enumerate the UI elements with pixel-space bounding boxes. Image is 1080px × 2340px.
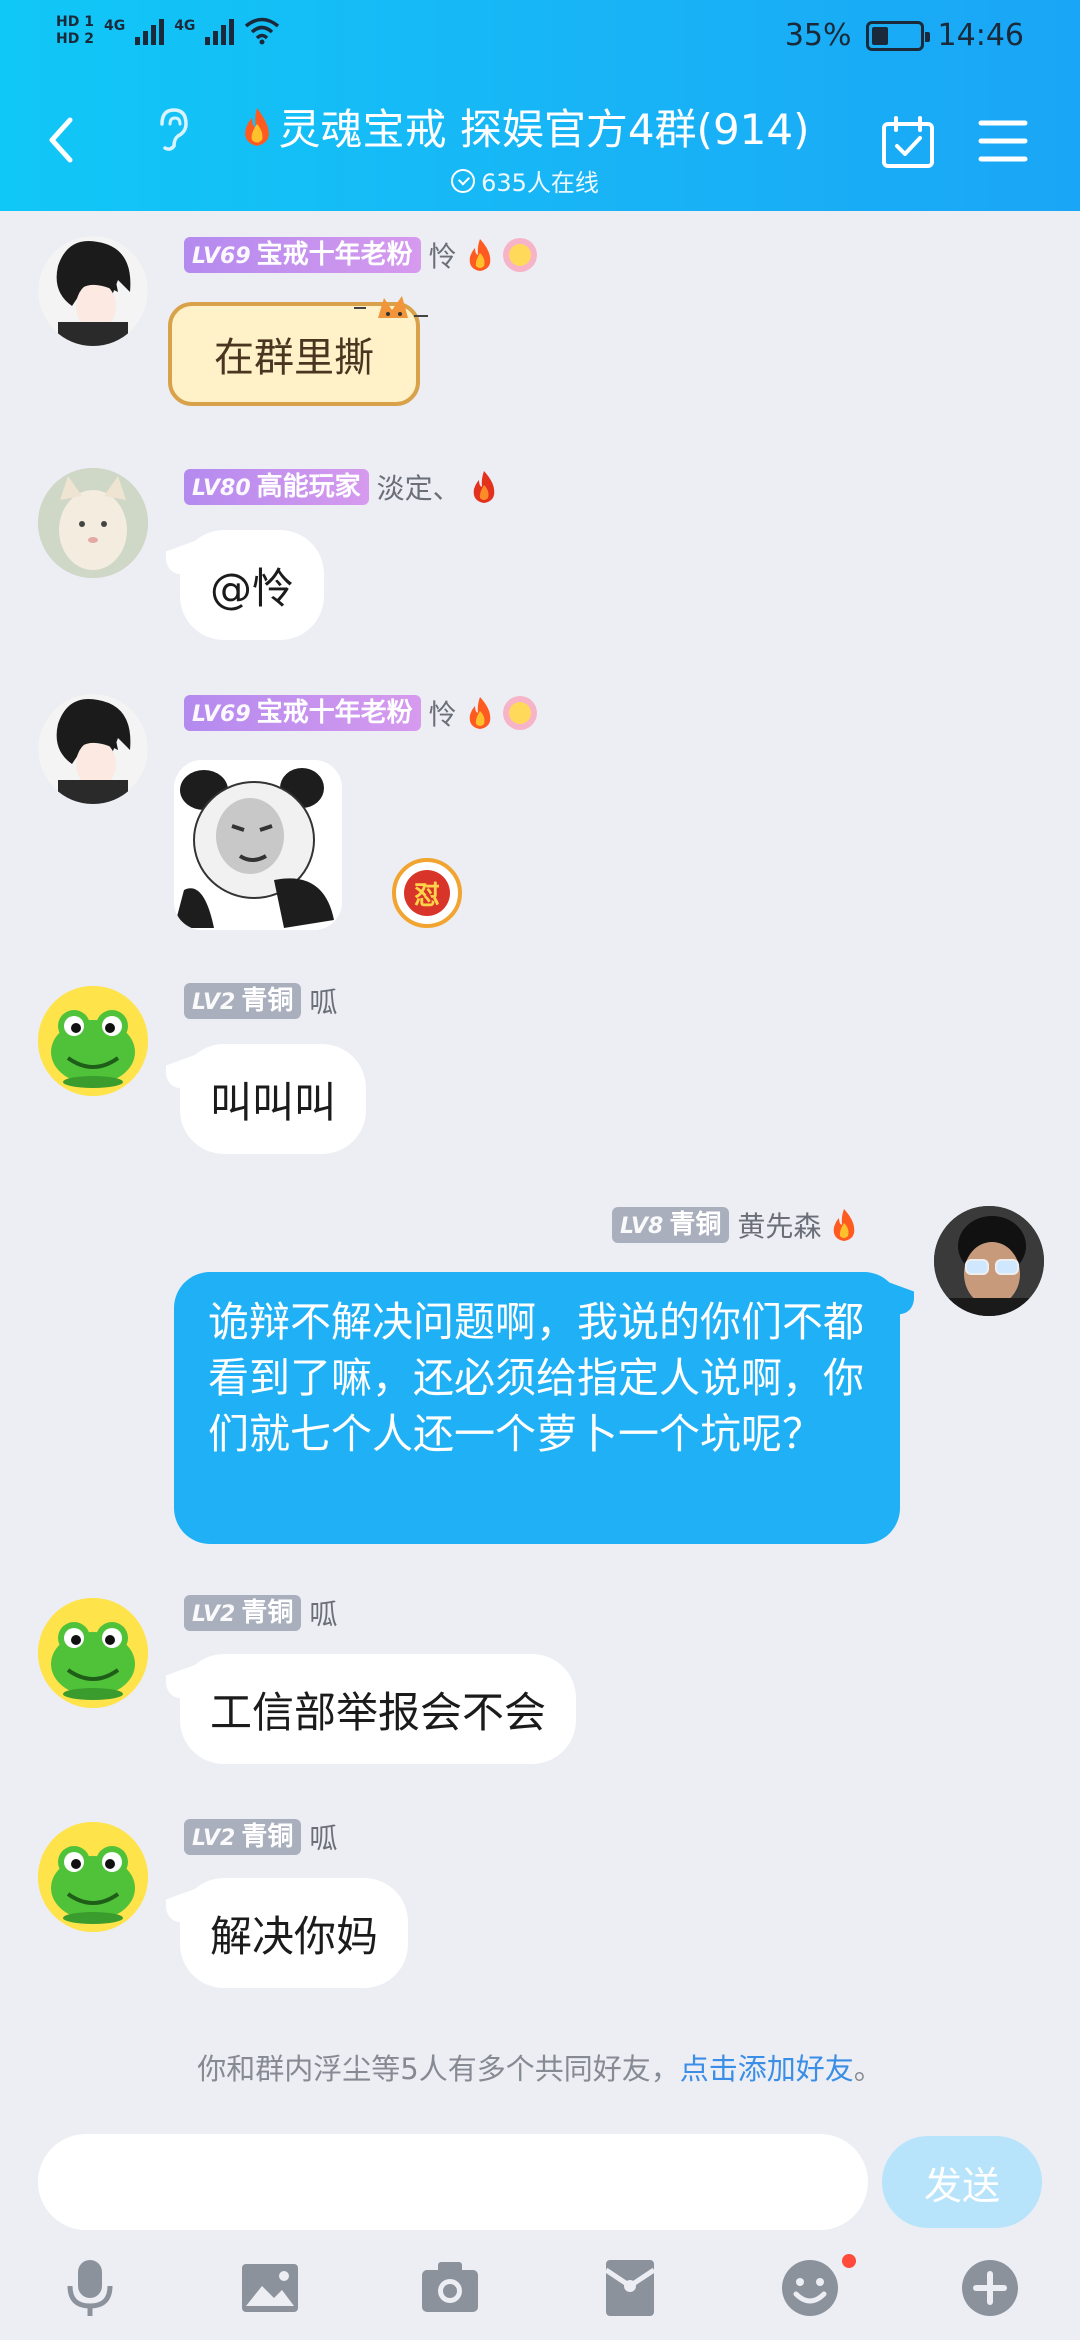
notification-dot xyxy=(842,2254,856,2268)
sender-meta: LV8 青铜 黄先森 xyxy=(612,1206,859,1244)
group-name: 灵魂宝戒 探娱官方4群(914) xyxy=(278,105,810,154)
avatar[interactable] xyxy=(38,1822,148,1932)
calendar-check-icon[interactable] xyxy=(880,116,936,170)
emoji-icon[interactable] xyxy=(778,2256,842,2320)
sender-name[interactable]: 呱 xyxy=(309,1817,337,1857)
cat-decoration-icon xyxy=(354,296,428,318)
message-item: LV69 宝戒十年老粉 怜 在群里撕 xyxy=(0,236,1080,436)
signal-bars-2-icon xyxy=(205,17,235,45)
message-input[interactable] xyxy=(38,2134,868,2230)
clock: 14:46 xyxy=(937,18,1024,53)
sender-name[interactable]: 呱 xyxy=(309,1593,337,1633)
red-packet-icon[interactable] xyxy=(598,2256,662,2320)
avatar[interactable] xyxy=(934,1206,1044,1316)
level-badge: LV69 宝戒十年老粉 xyxy=(184,695,421,731)
ear-icon[interactable] xyxy=(152,106,192,152)
reaction-badge[interactable]: 怼 xyxy=(392,858,462,928)
sender-name[interactable]: 呱 xyxy=(309,981,337,1021)
face-badge-icon xyxy=(502,696,537,730)
signal-group: HD 1 HD 2 4G 4G xyxy=(56,14,280,48)
avatar[interactable] xyxy=(38,694,148,804)
sender-name[interactable]: 淡定、 xyxy=(377,467,461,507)
avatar[interactable] xyxy=(38,1598,148,1708)
network-type-2: 4G xyxy=(174,17,196,34)
menu-icon[interactable] xyxy=(978,118,1028,164)
message-bubble[interactable]: 诡辩不解决问题啊，我说的你们不都看到了嘛，还必须给指定人说啊，你们就七个人还一个… xyxy=(174,1272,900,1544)
level-badge: LV8 青铜 xyxy=(612,1207,730,1243)
message-item: LV2 青铜 呱 工信部举报会不会 xyxy=(0,1594,1080,1774)
message-bubble[interactable]: 工信部举报会不会 xyxy=(180,1654,577,1764)
chat-title: 灵魂宝戒 探娱官方4群(914) xyxy=(210,96,840,157)
camera-icon[interactable] xyxy=(418,2256,482,2320)
level-badge: LV69 宝戒十年老粉 xyxy=(184,237,421,273)
face-badge-icon xyxy=(502,238,537,272)
input-toolbar xyxy=(0,2248,1080,2328)
sim1-label: HD 1 xyxy=(56,14,94,30)
avatar[interactable] xyxy=(38,468,148,578)
message-item: LV80 高能玩家 淡定、 @怜 xyxy=(0,464,1080,644)
message-bubble[interactable]: 解决你妈 xyxy=(180,1878,409,1988)
status-right: 35% 14:46 xyxy=(785,18,1024,53)
fire-badge-icon xyxy=(473,471,494,503)
message-item: LV2 青铜 呱 解决你妈 xyxy=(0,1818,1080,1998)
back-arrow-icon[interactable] xyxy=(40,110,80,170)
tip-end: 。 xyxy=(853,2052,883,2086)
sender-meta: LV69 宝戒十年老粉 怜 xyxy=(184,694,537,732)
chat-header: HD 1 HD 2 4G 4G 35% 14:46 灵魂宝戒 探娱官方4群(91… xyxy=(0,0,1080,211)
sim2-label: HD 2 xyxy=(56,31,94,47)
signal-bars-1-icon xyxy=(135,17,165,45)
status-bar: HD 1 HD 2 4G 4G 35% 14:46 xyxy=(0,0,1080,76)
level-badge: LV2 青铜 xyxy=(184,983,302,1019)
mutual-friends-tip: 你和群内浮尘等5人有多个共同好友，点击添加好友。 xyxy=(0,2046,1080,2088)
message-bubble[interactable]: 叫叫叫 xyxy=(180,1044,367,1154)
level-badge: LV80 高能玩家 xyxy=(184,469,369,505)
image-icon[interactable] xyxy=(238,2256,302,2320)
message-item-self: LV8 青铜 黄先森 诡辩不解决问题啊，我说的你们不都看到了嘛，还必须给指定人说啊… xyxy=(0,1206,1080,1546)
sim-labels: HD 1 HD 2 xyxy=(56,14,94,48)
sticker-image[interactable] xyxy=(174,760,342,930)
avatar[interactable] xyxy=(38,986,148,1096)
message-item: LV69 宝戒十年老粉 怜 怼 xyxy=(0,694,1080,944)
wifi-icon xyxy=(245,17,280,45)
sender-meta: LV2 青铜 呱 xyxy=(184,1818,337,1856)
battery-icon xyxy=(865,20,930,51)
sender-meta: LV2 青铜 呱 xyxy=(184,982,337,1020)
send-button[interactable]: 发送 xyxy=(882,2136,1042,2228)
add-friend-link[interactable]: 点击添加好友 xyxy=(680,2052,854,2086)
online-check-icon xyxy=(451,168,476,193)
level-badge: LV2 青铜 xyxy=(184,1595,302,1631)
online-count: 635人在线 xyxy=(481,169,599,197)
plus-icon[interactable] xyxy=(958,2256,1022,2320)
microphone-icon[interactable] xyxy=(58,2256,122,2320)
battery-percent: 35% xyxy=(784,18,852,53)
message-item: LV2 青铜 呱 叫叫叫 xyxy=(0,982,1080,1162)
sender-meta: LV69 宝戒十年老粉 怜 xyxy=(184,236,537,274)
sender-name[interactable]: 怜 xyxy=(429,693,457,733)
chat-title-block[interactable]: 灵魂宝戒 探娱官方4群(914) 635人在线 xyxy=(210,96,840,198)
fire-badge-icon xyxy=(469,239,490,271)
avatar[interactable] xyxy=(38,236,148,346)
sender-meta: LV2 青铜 呱 xyxy=(184,1594,337,1632)
network-type-1: 4G xyxy=(103,17,126,34)
message-bubble[interactable]: @怜 xyxy=(180,530,325,640)
fire-badge-icon xyxy=(834,1209,855,1241)
level-badge: LV2 青铜 xyxy=(184,1819,302,1855)
sender-name[interactable]: 怜 xyxy=(429,235,457,275)
flame-icon xyxy=(245,107,270,146)
reaction-label: 怼 xyxy=(404,870,450,916)
tip-text: 你和群内浮尘等5人有多个共同好友， xyxy=(197,2052,680,2086)
online-count-row: 635人在线 xyxy=(210,163,840,198)
sender-name[interactable]: 黄先森 xyxy=(737,1205,821,1245)
fire-badge-icon xyxy=(469,697,490,729)
sender-meta: LV80 高能玩家 淡定、 xyxy=(184,468,499,506)
